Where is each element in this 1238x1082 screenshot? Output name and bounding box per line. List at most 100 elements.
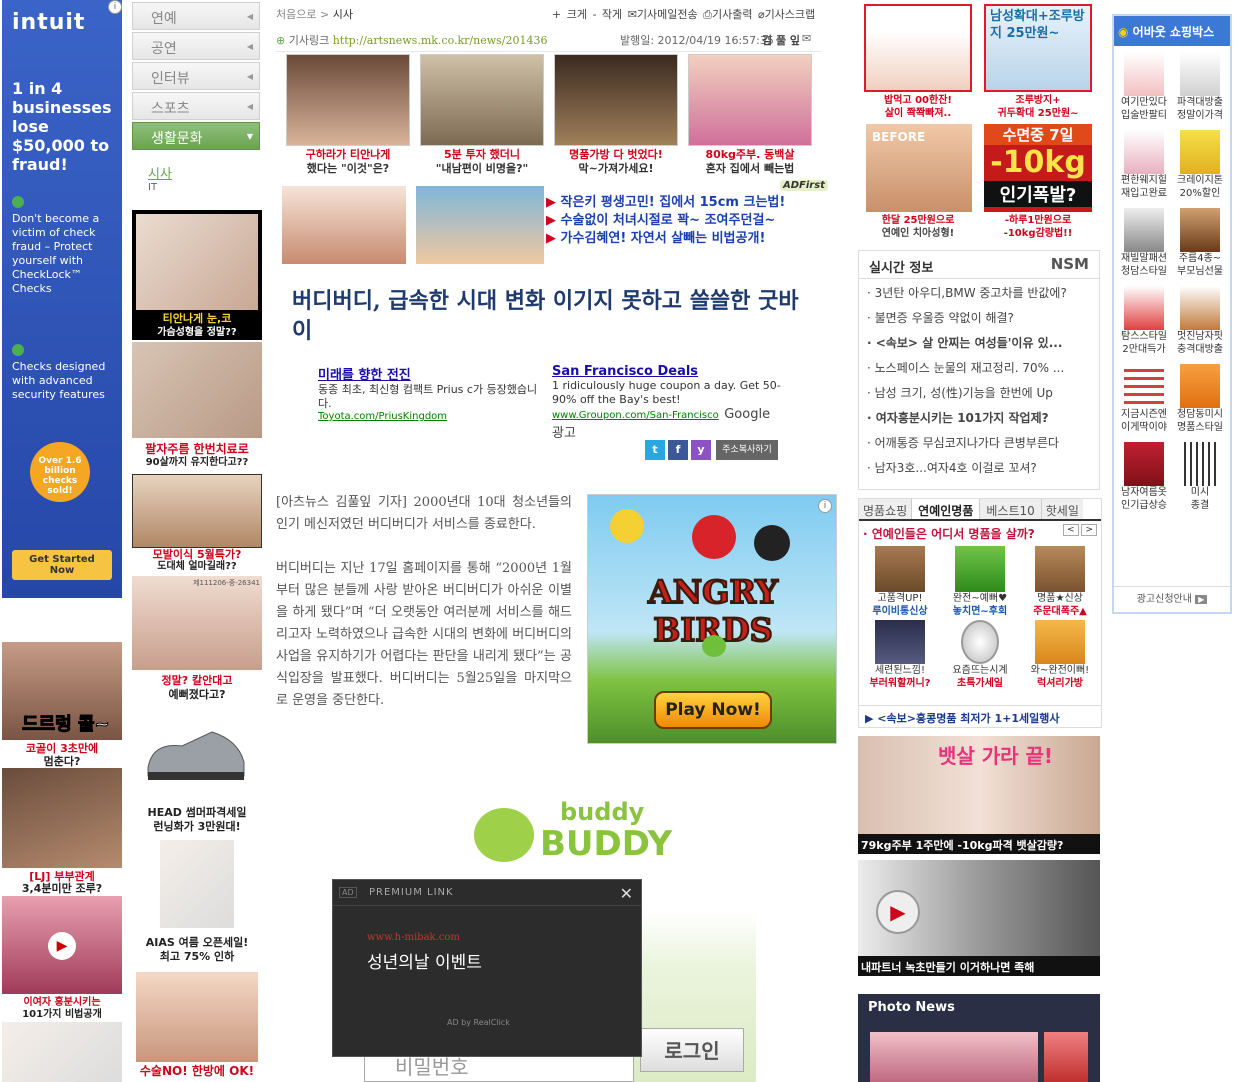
- sleep-diet-ad[interactable]: 수면중 7일 -10kg 인기폭발?: [984, 124, 1092, 212]
- next-icon[interactable]: >: [1081, 524, 1097, 536]
- shop-item[interactable]: 요즘뜨는시계 초특가세일: [941, 620, 1019, 690]
- angry-birds-ad[interactable]: i ANGRY BIRDS Play Now!: [587, 494, 837, 744]
- video-ad-image[interactable]: ▶: [2, 896, 122, 994]
- thumb-caption-2[interactable]: 5분 투자 했더니 "내남편이 비명을?": [415, 148, 549, 176]
- tab-luxury[interactable]: 명품쇼핑: [859, 499, 912, 519]
- realtime-item[interactable]: · <속보> 살 안찌는 여성들'이유 있...: [867, 331, 1091, 356]
- chest-ad-image[interactable]: [136, 972, 258, 1062]
- male-ad-2-line1[interactable]: 조루방지+: [980, 94, 1096, 108]
- diet-ad-1-line1[interactable]: 밥먹고 00한잔!: [860, 94, 976, 108]
- sleep-diet-line1[interactable]: -하루1만원으로: [980, 214, 1096, 228]
- couple-caption-2[interactable]: 3,4분미만 조루?: [2, 882, 122, 896]
- nav-lifestyle[interactable]: 생활문화 ▼: [132, 122, 260, 150]
- adfirst-link-2[interactable]: ▶ 수술없이 처녀시절로 꽉~ 조여주던걸~: [546, 212, 814, 230]
- couple-ad-image[interactable]: [2, 768, 122, 868]
- shirt-caption-2[interactable]: 최고 75% 인하: [132, 950, 262, 964]
- breadcrumb-home[interactable]: 처음으로: [276, 8, 316, 21]
- realtime-item[interactable]: · 불면증 우울증 약없이 해결?: [867, 306, 1091, 331]
- adfirst-image-1[interactable]: [282, 186, 406, 264]
- prev-icon[interactable]: <: [1063, 524, 1079, 536]
- premium-link-popup[interactable]: PREMIUM LINK AD ✕ www.h-mibak.com 성년의날 이…: [332, 879, 642, 1057]
- nav-interview[interactable]: 인터뷰 ◀: [132, 62, 260, 90]
- snoring-caption-2[interactable]: 멈춘다?: [2, 755, 122, 769]
- close-icon[interactable]: ✕: [620, 884, 633, 903]
- subnav-it[interactable]: IT: [148, 182, 157, 193]
- popup-url[interactable]: www.h-mibak.com: [367, 932, 460, 943]
- adfirst-link-1[interactable]: ▶ 작은키 평생고민! 집에서 15cm 크는법!: [546, 194, 814, 212]
- ad-info-icon[interactable]: i: [108, 0, 122, 14]
- author-name[interactable]: 김 풀 잎: [762, 32, 800, 48]
- shop-item[interactable]: 세련된느낌! 부러워할꺼니?: [861, 620, 939, 690]
- google-ad-url[interactable]: Toyota.com/PriusKingdom: [318, 411, 540, 422]
- adfirst-link-3[interactable]: ▶ 가수김혜연! 자연서 살빼는 비법공개!: [546, 230, 814, 248]
- email-button[interactable]: 기사메일전송: [637, 8, 698, 21]
- tab-hot-sale[interactable]: 핫세일: [1040, 499, 1083, 519]
- shopbox-item[interactable]: 크레이지톤 20%할인: [1172, 130, 1228, 200]
- shopbox-item[interactable]: 주름4종~ 부모님선물: [1172, 208, 1228, 278]
- google-ad-url[interactable]: www.Groupon.com/San-Francisco: [552, 410, 719, 421]
- hair-ad-image[interactable]: [132, 474, 262, 548]
- font-smaller-button[interactable]: - 작게: [592, 8, 622, 21]
- tab-best10[interactable]: 베스트10: [979, 499, 1041, 519]
- sneaker-ad-image[interactable]: [142, 712, 250, 794]
- thumb-image-4[interactable]: [688, 54, 812, 146]
- shopbox-item[interactable]: 편한웨지힐 재입고완료: [1116, 130, 1172, 200]
- thumb-image-1[interactable]: [286, 54, 410, 146]
- shirt-ad-image[interactable]: [160, 840, 234, 928]
- google-ad-2[interactable]: San Francisco Deals 1 ridiculously huge …: [552, 364, 782, 441]
- scrap-button[interactable]: 기사스크랩: [765, 8, 816, 21]
- partner-video-ad[interactable]: ▶ 내파트너 녹초만들기 이거하나면 족해: [858, 860, 1100, 976]
- dental-ad-line1[interactable]: 한달 25만원으로: [860, 214, 976, 228]
- font-larger-button[interactable]: + 크게: [552, 8, 587, 21]
- adfirst-image-2[interactable]: [416, 186, 544, 264]
- realtime-item[interactable]: · 어깨통증 무심코지나가다 큰병부른다: [867, 431, 1091, 456]
- photo-news-image-2[interactable]: [1044, 1032, 1088, 1082]
- shirt-caption-1[interactable]: AIAS 여름 오픈세일!: [132, 936, 262, 950]
- cosmetic-surgery-ad[interactable]: 티안나게 눈,코 가슴성형을 정말??: [132, 210, 262, 340]
- realtime-item[interactable]: · 남성 크기, 성(性)기능을 한번에 Up: [867, 381, 1091, 406]
- snoring-ad-image[interactable]: 드르렁 콜~: [2, 642, 122, 740]
- shopbox-item[interactable]: 탐스스타일 2만대득가: [1116, 286, 1172, 356]
- realtime-item[interactable]: · 남자3호...여자4호 이걸로 꼬셔?: [867, 456, 1091, 481]
- shopbox-item[interactable]: 남자여름옷 인기급상승: [1116, 442, 1172, 512]
- copy-url-button[interactable]: 주소복사하기: [716, 440, 778, 460]
- breadcrumb-current[interactable]: 시사: [333, 8, 353, 21]
- realtime-item[interactable]: · 노스페이스 눈물의 재고정리. 70% ...: [867, 356, 1091, 381]
- google-ad-1[interactable]: 미래를 향한 전진 동종 최초, 최신형 컴팩트 Prius c가 등장했습니다…: [318, 364, 540, 422]
- dental-ad-line2[interactable]: 연예인 치아성형!: [860, 227, 976, 241]
- shopbox-item[interactable]: 청담동미시 명품스타일: [1172, 364, 1228, 434]
- play-now-button[interactable]: Play Now!: [654, 691, 772, 729]
- thumb-caption-4[interactable]: 80kg주부. 동백살 혼자 집에서 빼는법: [683, 148, 817, 176]
- video-caption-2[interactable]: 101가지 비법공개: [2, 1008, 122, 1022]
- lotto-ad-image[interactable]: [2, 1022, 122, 1082]
- shopbox-item[interactable]: 멋진남자핏 충격대방출: [1172, 286, 1228, 356]
- sneaker-caption-2[interactable]: 런닝화가 3만원대!: [132, 820, 262, 834]
- shopbox-item[interactable]: 미시 종결: [1172, 442, 1228, 512]
- hair-caption-2[interactable]: 도대체 얼마길래??: [132, 560, 262, 574]
- thumb-image-2[interactable]: [420, 54, 544, 146]
- belly-diet-ad[interactable]: 뱃살 가라 끝! 79kg주부 1주만에 -10kg파격 뱃살감량?: [858, 736, 1100, 854]
- source-url[interactable]: http://artsnews.mk.co.kr/news/201436: [333, 34, 548, 47]
- nav-performance[interactable]: 공연 ◀: [132, 32, 260, 60]
- face-ad-image[interactable]: 제111206-중-26341: [132, 576, 262, 670]
- shop-item[interactable]: 고품격UP! 루이비통신상: [861, 546, 939, 618]
- shopbox-item[interactable]: 여기만있다 입술반팔티: [1116, 52, 1172, 122]
- face-caption-1[interactable]: 정말? 칼안대고: [132, 674, 262, 688]
- play-icon[interactable]: ▶: [876, 890, 920, 934]
- face-caption-2[interactable]: 예뻐졌다고?: [132, 688, 262, 702]
- intuit-skyscraper-ad[interactable]: intuit 1 in 4 businesses lose $50,000 to…: [2, 0, 122, 598]
- realtime-item[interactable]: · 여자흥분시키는 101가지 작업제?: [867, 406, 1091, 431]
- facebook-icon[interactable]: f: [668, 440, 688, 460]
- diet-ad-1-line2[interactable]: 살이 쫙쫙빠져..: [860, 107, 976, 121]
- thumb-caption-3[interactable]: 명품가방 다 벗었다! 막~가져가세요!: [549, 148, 683, 176]
- subnav-current-affairs[interactable]: 시사: [148, 163, 172, 182]
- google-ad-title[interactable]: San Francisco Deals: [552, 364, 782, 379]
- nav-entertainment[interactable]: 연예 ◀: [132, 2, 260, 30]
- luxury-news-link[interactable]: ▶ <속보>홍콩명품 최저가 1+1세일행사: [859, 705, 1101, 727]
- sleep-diet-line2[interactable]: -10kg감량법!!: [980, 227, 1096, 241]
- male-ad-2-line2[interactable]: 귀두확대 25만원~: [980, 107, 1096, 121]
- popup-title[interactable]: 성년의날 이벤트: [367, 948, 482, 973]
- wrinkle-ad-image[interactable]: [132, 342, 262, 438]
- nav-sports[interactable]: 스포츠 ◀: [132, 92, 260, 120]
- get-started-button[interactable]: Get Started Now: [12, 550, 112, 580]
